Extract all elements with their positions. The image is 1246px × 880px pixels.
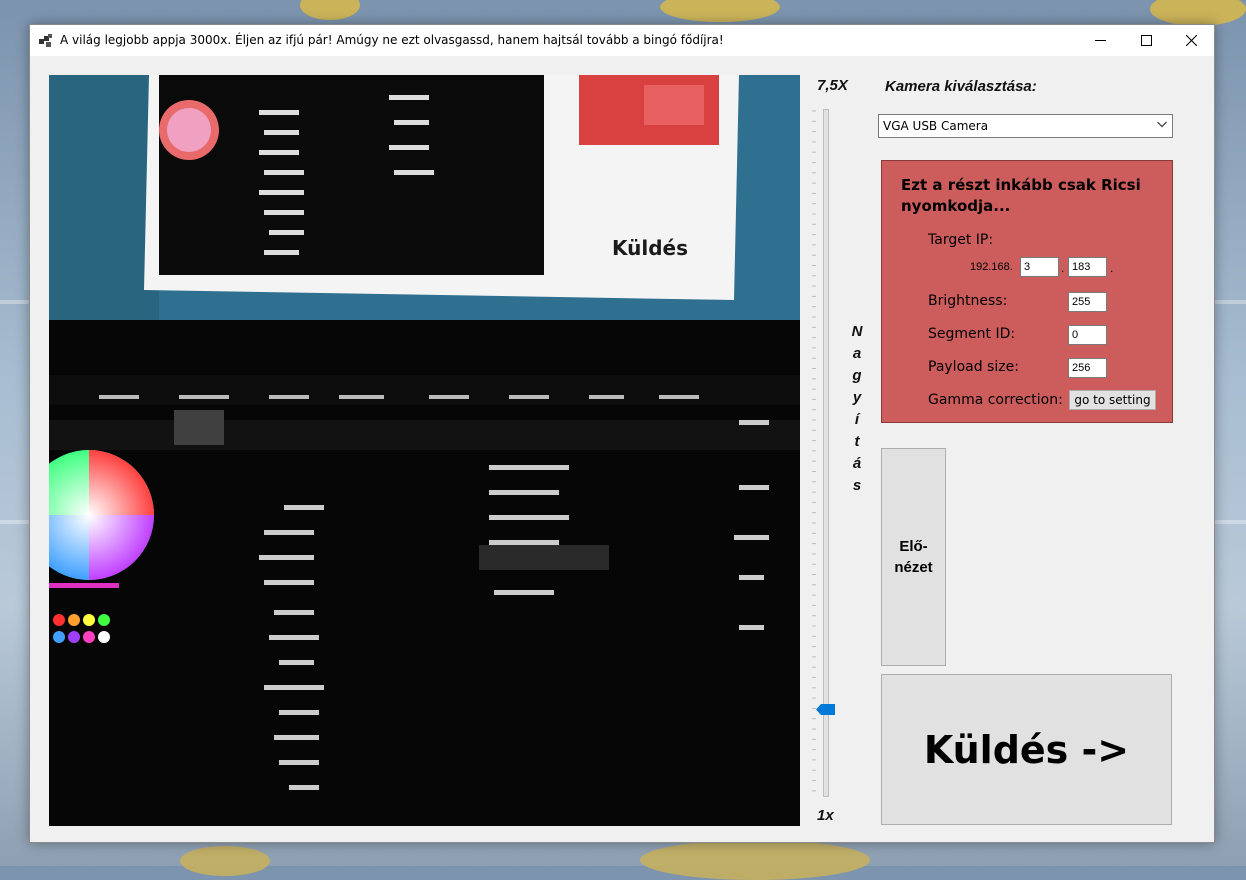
payload-size-input[interactable]: 256: [1068, 358, 1107, 378]
zoom-vertical-letter: á: [852, 455, 862, 472]
wallpaper-tree: [1150, 0, 1246, 26]
advanced-settings-panel: Ezt a részt inkább csak Ricsi nyomkodja.…: [881, 160, 1173, 423]
zoom-vertical-letter: t: [854, 433, 860, 450]
wallpaper-tree: [660, 0, 780, 22]
maximize-button[interactable]: [1123, 25, 1169, 56]
ip-octet3-input[interactable]: 3: [1020, 257, 1059, 277]
ip-prefix-text: 192.168.: [970, 261, 1013, 273]
preview-button[interactable]: Elő- nézet: [881, 448, 946, 666]
app-icon: [39, 34, 52, 47]
window-title: A világ legjobb appja 3000x. Éljen az if…: [60, 33, 724, 47]
wallpaper-tree: [300, 0, 360, 20]
preview-label-line1: Elő-: [899, 538, 928, 555]
wallpaper-tree: [640, 840, 870, 880]
zoom-vertical-letter: y: [852, 389, 862, 406]
zoom-vertical-letter: N: [851, 323, 863, 340]
app-window: A világ legjobb appja 3000x. Éljen az if…: [29, 24, 1215, 843]
zoom-max-label: 7,5X: [817, 77, 848, 94]
preview-button-label: Elő- nézet: [894, 536, 932, 578]
camera-frame-text: Küldés: [612, 236, 688, 260]
brightness-label: Brightness:: [928, 293, 1008, 309]
advanced-panel-heading: Ezt a részt inkább csak Ricsi nyomkodja.…: [901, 176, 1141, 215]
gamma-settings-button[interactable]: go to setting: [1069, 390, 1156, 410]
send-button-label: Küldés ->: [923, 727, 1130, 772]
segment-id-label: Segment ID:: [928, 326, 1016, 342]
close-icon: [1185, 35, 1197, 46]
title-bar[interactable]: A világ legjobb appja 3000x. Éljen az if…: [30, 25, 1214, 56]
camera-select-value: VGA USB Camera: [883, 119, 989, 133]
zoom-vertical-letter: í: [854, 411, 860, 428]
chevron-down-icon: [1157, 121, 1167, 128]
segment-id-input[interactable]: 0: [1068, 325, 1107, 345]
minimize-button[interactable]: [1077, 25, 1123, 56]
send-button[interactable]: Küldés ->: [881, 674, 1172, 825]
zoom-slider-thumb[interactable]: [816, 703, 835, 715]
camera-select-label: Kamera kiválasztása:: [885, 78, 1037, 95]
wallpaper-tree: [180, 846, 270, 876]
preview-label-line2: nézet: [894, 559, 933, 576]
zoom-vertical-label: Nagyítás: [850, 321, 864, 497]
zoom-vertical-letter: g: [852, 367, 862, 384]
ip-separator-dot: .: [1061, 261, 1065, 275]
maximize-icon: [1140, 35, 1152, 46]
ip-separator-dot: .: [1110, 261, 1114, 275]
camera-preview: Küldés: [49, 75, 800, 826]
gamma-correction-label: Gamma correction:: [928, 392, 1063, 408]
target-ip-label: Target IP:: [928, 232, 994, 248]
zoom-slider-track[interactable]: [823, 109, 829, 797]
zoom-min-label: 1x: [817, 807, 834, 824]
brightness-input[interactable]: 255: [1068, 292, 1107, 312]
minimize-icon: [1094, 40, 1106, 41]
zoom-vertical-letter: s: [852, 477, 862, 494]
camera-select-dropdown[interactable]: VGA USB Camera: [878, 114, 1173, 138]
camera-frame-image: Küldés: [49, 75, 800, 826]
close-button[interactable]: [1168, 25, 1214, 56]
ip-octet4-input[interactable]: 183: [1068, 257, 1107, 277]
zoom-vertical-letter: a: [852, 345, 862, 362]
zoom-slider-ticks: [812, 110, 816, 792]
payload-size-label: Payload size:: [928, 359, 1019, 375]
